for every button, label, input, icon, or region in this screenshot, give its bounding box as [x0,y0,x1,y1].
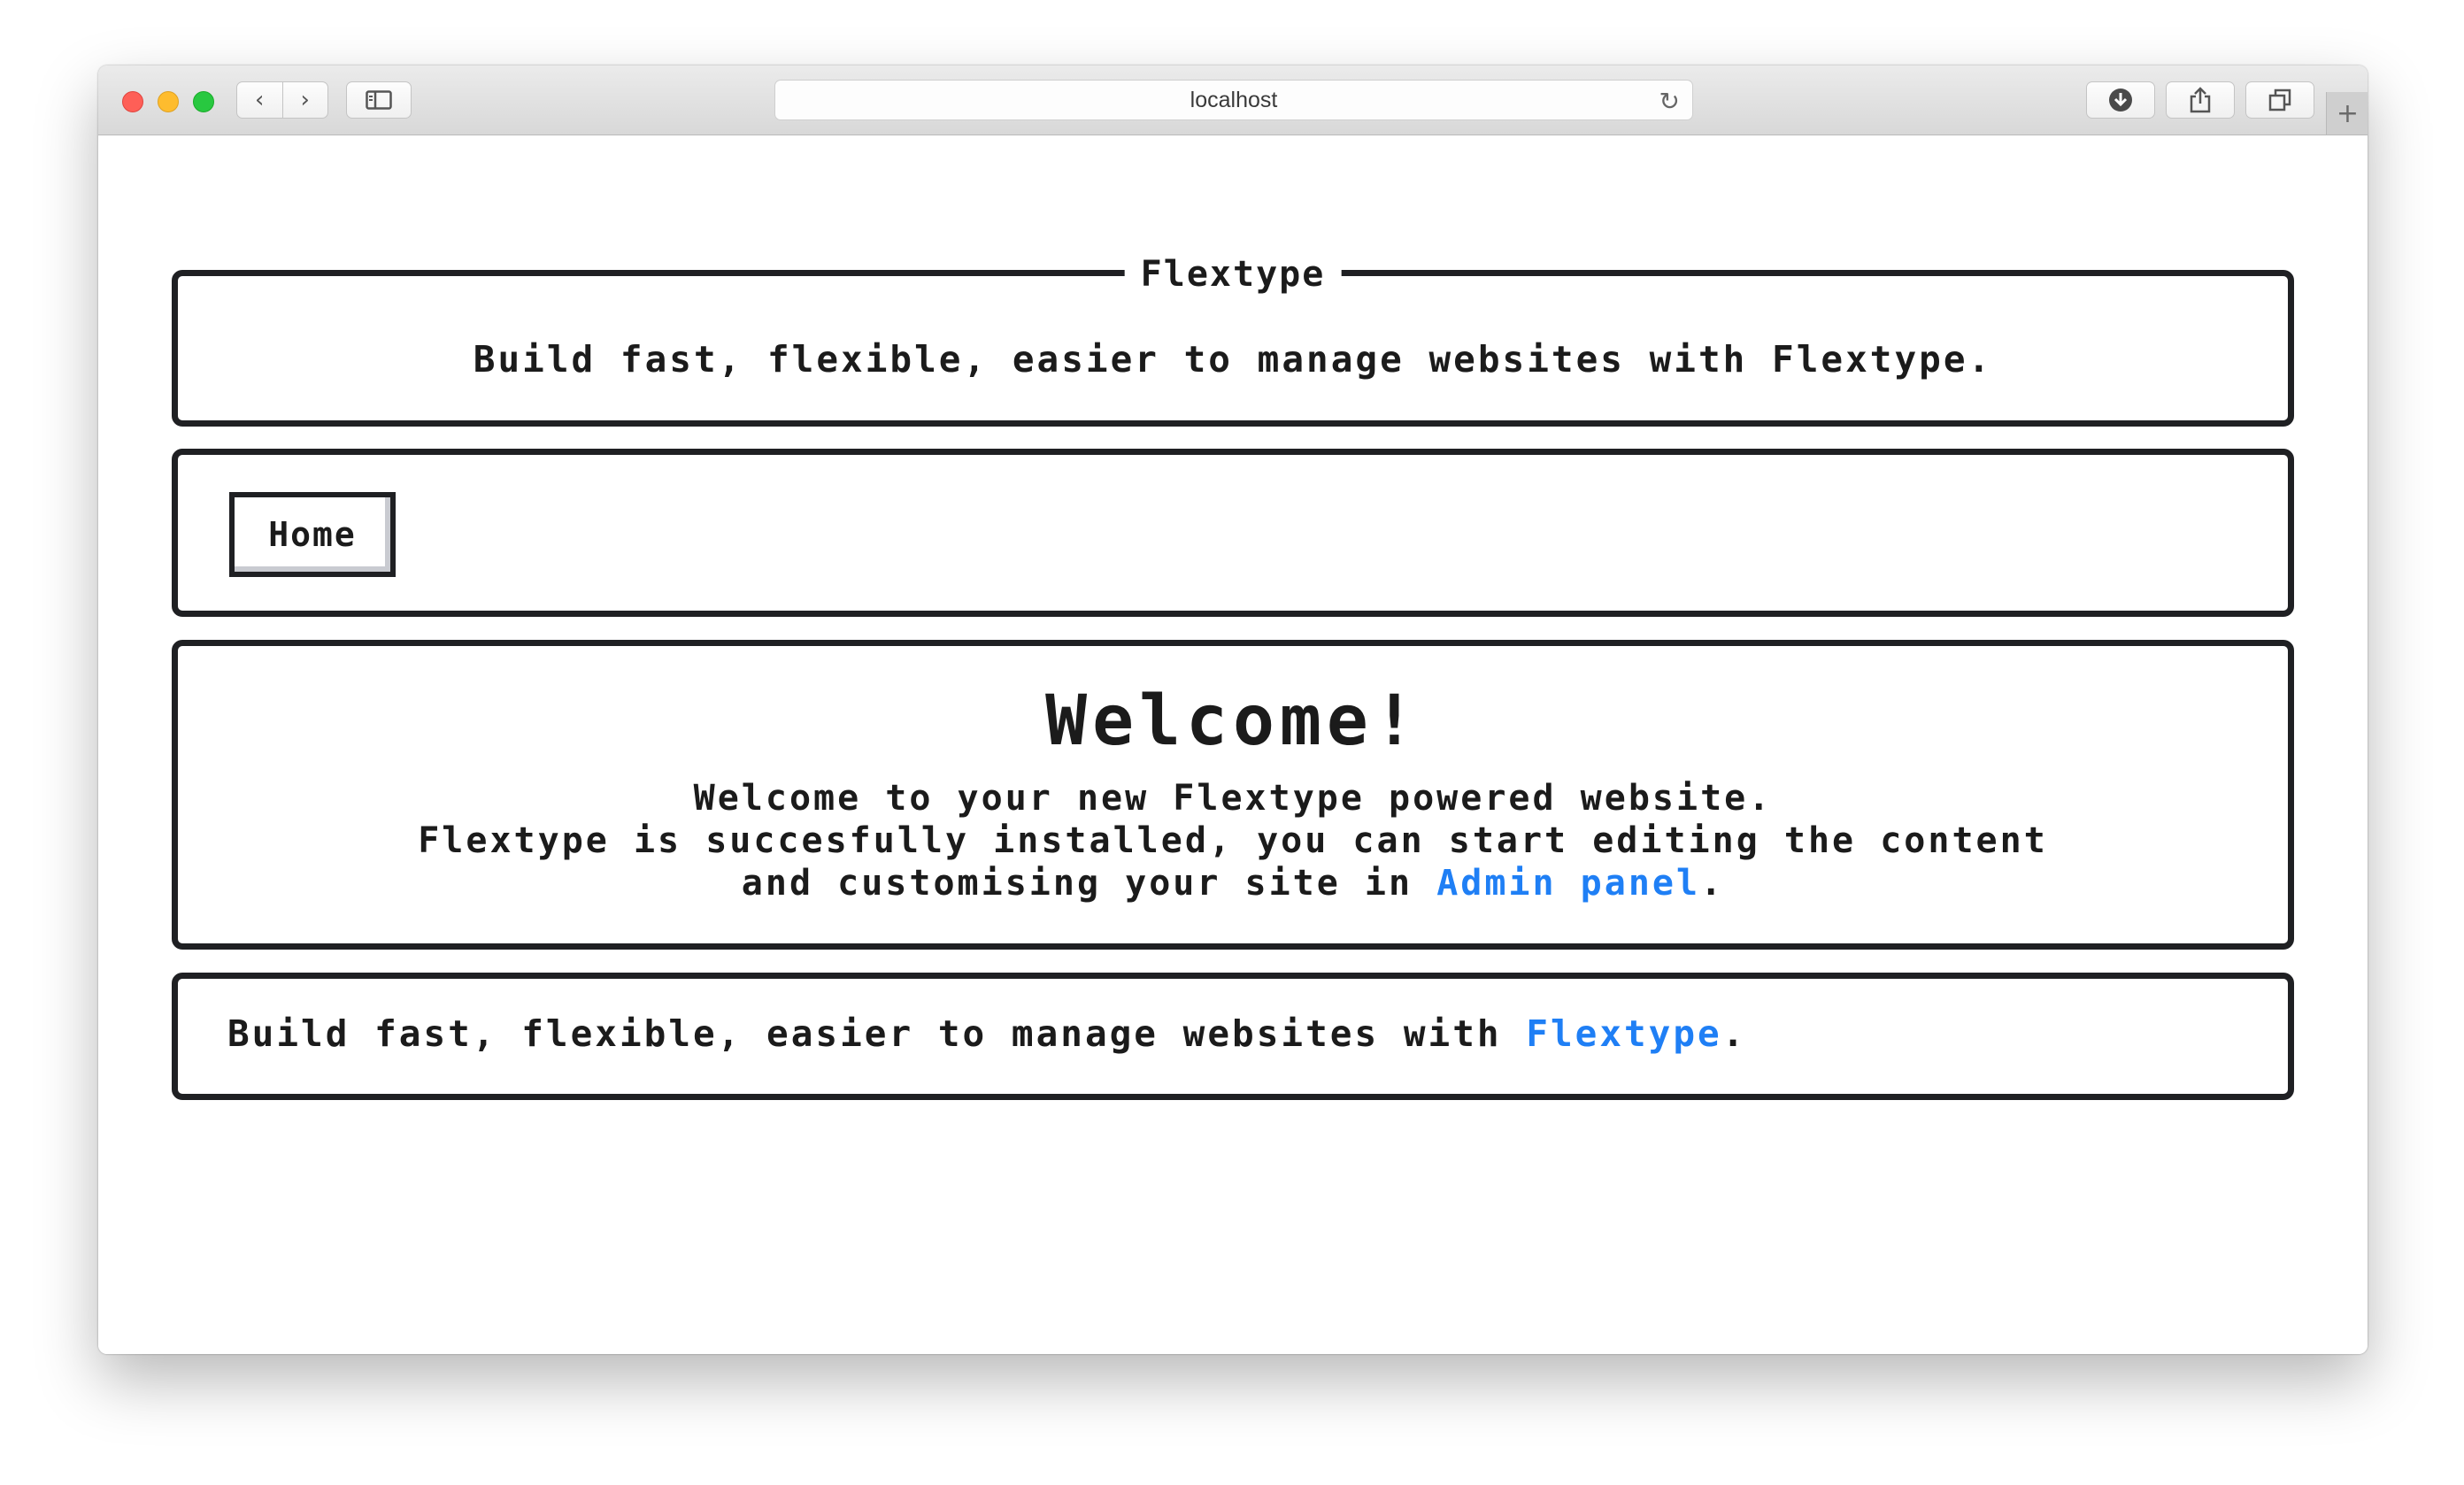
url-text: localhost [1190,87,1278,112]
welcome-line-3-text: and customising your site in [741,863,1437,904]
nav-home-button[interactable]: Home [229,492,396,577]
browser-window: ‹ › localhost ↻ + Flextype Build fast, f… [98,65,2368,1354]
main-section: Welcome! Welcome to your new Flextype po… [172,640,2294,950]
welcome-line-2: Flextype is succesfully installed, you c… [418,820,2048,861]
sidebar-icon [366,90,392,110]
page-title: Welcome! [1045,681,1421,761]
chevron-left-icon[interactable]: ‹ [237,82,282,118]
chevron-right-icon[interactable]: › [281,82,328,118]
welcome-line-3: and customising your site in Admin panel… [178,862,2288,904]
sidebar-toggle-button[interactable] [346,81,412,119]
flextype-link[interactable]: Flextype [1526,1012,1721,1055]
zoom-window-button[interactable] [193,91,214,112]
site-title: Flextype [1124,255,1342,294]
welcome-line-1: Welcome to your new Flextype powered web… [693,778,1773,819]
share-icon [2190,87,2211,113]
show-tabs-button[interactable] [2245,81,2314,119]
site-tagline: Build fast, flexible, easier to manage w… [473,338,1993,381]
close-window-button[interactable] [122,91,143,112]
browser-toolbar: ‹ › localhost ↻ + [98,65,2368,135]
reload-icon[interactable]: ↻ [1659,87,1680,116]
site-header: Flextype Build fast, flexible, easier to… [172,255,2294,427]
plus-icon[interactable]: + [2326,92,2368,135]
welcome-line-3-period: . [1700,863,1725,904]
site-navigation: Home [172,449,2294,617]
admin-panel-link[interactable]: Admin panel [1436,863,1700,904]
footer-text-period: . [1721,1012,1747,1055]
footer-text-prefix: Build fast, flexible, easier to manage w… [227,1012,1527,1055]
history-nav-group: ‹ › [236,81,328,119]
tabs-icon [2268,88,2291,112]
download-icon [2109,88,2132,112]
address-bar[interactable]: localhost ↻ [774,80,1693,120]
share-button[interactable] [2166,81,2235,119]
footer-text: Build fast, flexible, easier to manage w… [227,1012,1746,1055]
downloads-button[interactable] [2086,81,2155,119]
site-footer: Build fast, flexible, easier to manage w… [172,973,2294,1100]
minimize-window-button[interactable] [158,91,179,112]
page-content: Flextype Build fast, flexible, easier to… [98,135,2368,1354]
welcome-text: Welcome to your new Flextype powered web… [178,777,2288,904]
